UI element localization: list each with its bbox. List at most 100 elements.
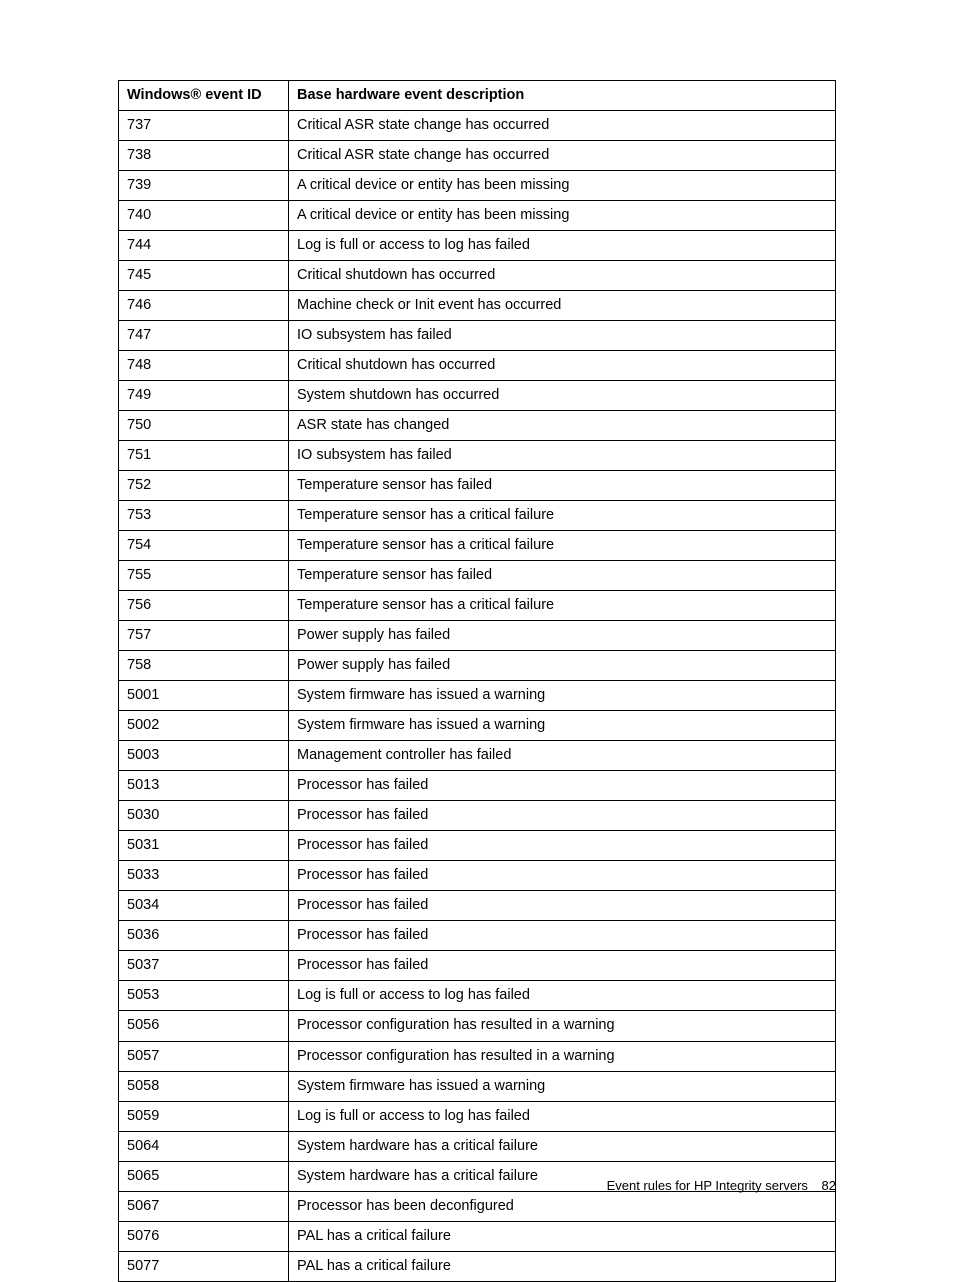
cell-description: Temperature sensor has a critical failur… — [289, 501, 836, 531]
cell-description: System firmware has issued a warning — [289, 681, 836, 711]
cell-description: IO subsystem has failed — [289, 321, 836, 351]
cell-description: System firmware has issued a warning — [289, 711, 836, 741]
cell-description: Processor has failed — [289, 951, 836, 981]
table-row: 5077PAL has a critical failure — [119, 1251, 836, 1281]
table-row: 5064System hardware has a critical failu… — [119, 1131, 836, 1161]
cell-event-id: 5065 — [119, 1161, 289, 1191]
cell-event-id: 5057 — [119, 1041, 289, 1071]
cell-event-id: 5001 — [119, 681, 289, 711]
page-number: 82 — [822, 1178, 836, 1193]
cell-event-id: 751 — [119, 441, 289, 471]
cell-event-id: 5059 — [119, 1101, 289, 1131]
cell-description: Processor configuration has resulted in … — [289, 1011, 836, 1041]
cell-description: IO subsystem has failed — [289, 441, 836, 471]
cell-description: Management controller has failed — [289, 741, 836, 771]
table-row: 5002System firmware has issued a warning — [119, 711, 836, 741]
table-row: 746Machine check or Init event has occur… — [119, 291, 836, 321]
table-row: 758Power supply has failed — [119, 651, 836, 681]
cell-description: Processor has failed — [289, 801, 836, 831]
cell-description: Processor has failed — [289, 771, 836, 801]
table-row: 5003Management controller has failed — [119, 741, 836, 771]
cell-event-id: 752 — [119, 471, 289, 501]
table-row: 756Temperature sensor has a critical fai… — [119, 591, 836, 621]
cell-event-id: 5013 — [119, 771, 289, 801]
cell-event-id: 5058 — [119, 1071, 289, 1101]
table-row: 5059Log is full or access to log has fai… — [119, 1101, 836, 1131]
cell-event-id: 5037 — [119, 951, 289, 981]
cell-event-id: 739 — [119, 171, 289, 201]
table-row: 752Temperature sensor has failed — [119, 471, 836, 501]
cell-event-id: 5002 — [119, 711, 289, 741]
event-table: Windows® event ID Base hardware event de… — [118, 80, 836, 1282]
cell-event-id: 756 — [119, 591, 289, 621]
page-footer: Event rules for HP Integrity servers 82 — [607, 1178, 836, 1193]
cell-description: Temperature sensor has a critical failur… — [289, 591, 836, 621]
table-row: 749System shutdown has occurred — [119, 381, 836, 411]
cell-description: Processor has been deconfigured — [289, 1191, 836, 1221]
table-row: 753Temperature sensor has a critical fai… — [119, 501, 836, 531]
table-row: 740A critical device or entity has been … — [119, 201, 836, 231]
cell-event-id: 750 — [119, 411, 289, 441]
table-row: 5076PAL has a critical failure — [119, 1221, 836, 1251]
cell-event-id: 747 — [119, 321, 289, 351]
cell-event-id: 5077 — [119, 1251, 289, 1281]
cell-description: Critical ASR state change has occurred — [289, 141, 836, 171]
cell-event-id: 744 — [119, 231, 289, 261]
table-row: 5036Processor has failed — [119, 921, 836, 951]
cell-event-id: 753 — [119, 501, 289, 531]
cell-event-id: 5067 — [119, 1191, 289, 1221]
table-row: 755Temperature sensor has failed — [119, 561, 836, 591]
cell-description: Processor has failed — [289, 861, 836, 891]
table-body: 737Critical ASR state change has occurre… — [119, 111, 836, 1282]
table-row: 5030Processor has failed — [119, 801, 836, 831]
cell-description: System shutdown has occurred — [289, 381, 836, 411]
cell-description: ASR state has changed — [289, 411, 836, 441]
table-row: 5057Processor configuration has resulted… — [119, 1041, 836, 1071]
table-row: 5067Processor has been deconfigured — [119, 1191, 836, 1221]
table-row: 5053Log is full or access to log has fai… — [119, 981, 836, 1011]
document-page: Windows® event ID Base hardware event de… — [0, 0, 954, 1235]
table-header-row: Windows® event ID Base hardware event de… — [119, 81, 836, 111]
cell-description: Power supply has failed — [289, 651, 836, 681]
table-row: 751IO subsystem has failed — [119, 441, 836, 471]
table-row: 5033Processor has failed — [119, 861, 836, 891]
table-row: 745Critical shutdown has occurred — [119, 261, 836, 291]
table-row: 737Critical ASR state change has occurre… — [119, 111, 836, 141]
cell-event-id: 5003 — [119, 741, 289, 771]
footer-text: Event rules for HP Integrity servers — [607, 1178, 808, 1193]
cell-description: Log is full or access to log has failed — [289, 981, 836, 1011]
table-row: 5037Processor has failed — [119, 951, 836, 981]
table-row: 739A critical device or entity has been … — [119, 171, 836, 201]
cell-description: Power supply has failed — [289, 621, 836, 651]
cell-event-id: 5056 — [119, 1011, 289, 1041]
cell-description: Temperature sensor has failed — [289, 471, 836, 501]
cell-description: Critical shutdown has occurred — [289, 351, 836, 381]
cell-description: PAL has a critical failure — [289, 1251, 836, 1281]
cell-event-id: 755 — [119, 561, 289, 591]
cell-description: Processor has failed — [289, 921, 836, 951]
table-row: 5001System firmware has issued a warning — [119, 681, 836, 711]
cell-description: Processor configuration has resulted in … — [289, 1041, 836, 1071]
cell-description: Temperature sensor has failed — [289, 561, 836, 591]
cell-description: System hardware has a critical failure — [289, 1131, 836, 1161]
cell-event-id: 746 — [119, 291, 289, 321]
cell-description: Log is full or access to log has failed — [289, 231, 836, 261]
cell-description: Critical ASR state change has occurred — [289, 111, 836, 141]
cell-description: Machine check or Init event has occurred — [289, 291, 836, 321]
cell-description: Log is full or access to log has failed — [289, 1101, 836, 1131]
table-row: 747IO subsystem has failed — [119, 321, 836, 351]
cell-event-id: 5076 — [119, 1221, 289, 1251]
cell-event-id: 5064 — [119, 1131, 289, 1161]
cell-event-id: 5030 — [119, 801, 289, 831]
table-row: 5034Processor has failed — [119, 891, 836, 921]
cell-event-id: 5031 — [119, 831, 289, 861]
cell-event-id: 5053 — [119, 981, 289, 1011]
cell-event-id: 5034 — [119, 891, 289, 921]
table-row: 748Critical shutdown has occurred — [119, 351, 836, 381]
table-row: 5013Processor has failed — [119, 771, 836, 801]
cell-event-id: 754 — [119, 531, 289, 561]
cell-event-id: 737 — [119, 111, 289, 141]
header-event-id: Windows® event ID — [119, 81, 289, 111]
cell-description: System firmware has issued a warning — [289, 1071, 836, 1101]
cell-description: Temperature sensor has a critical failur… — [289, 531, 836, 561]
